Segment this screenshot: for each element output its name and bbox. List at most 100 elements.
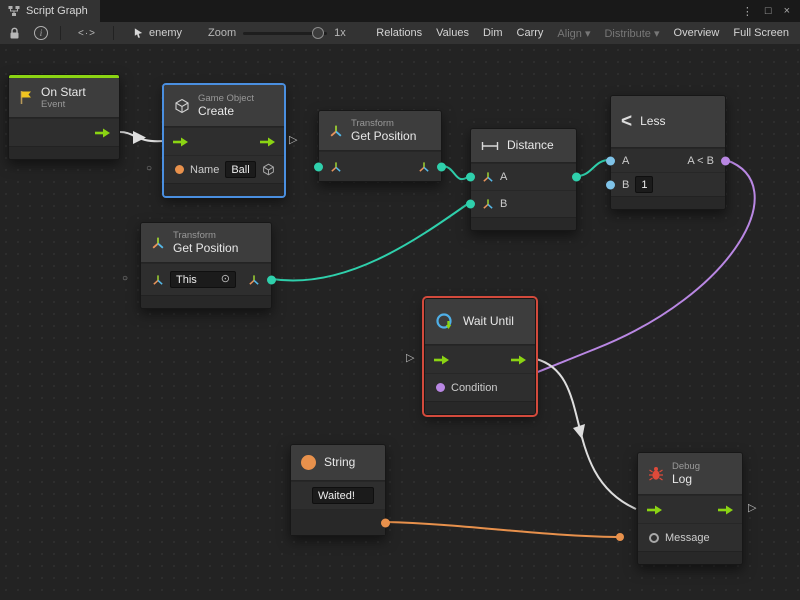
toolbar-buttons: Relations Values Dim Carry Align ▾ Distr… bbox=[369, 24, 796, 43]
position-output-port[interactable] bbox=[267, 275, 276, 284]
distance-output-port[interactable] bbox=[572, 173, 581, 182]
name-field[interactable]: Ball bbox=[225, 161, 255, 178]
port-label: Condition bbox=[451, 382, 497, 394]
align-button[interactable]: Align ▾ bbox=[550, 24, 597, 43]
dim-button[interactable]: Dim bbox=[476, 24, 510, 42]
carry-button[interactable]: Carry bbox=[510, 24, 551, 42]
gameobject-output-port[interactable] bbox=[262, 163, 275, 176]
node-footer bbox=[611, 196, 725, 209]
node-header: < Less bbox=[611, 96, 725, 148]
port-label: Message bbox=[665, 532, 710, 544]
node-string[interactable]: String Waited! bbox=[290, 444, 386, 536]
name-input-row: Name Ball bbox=[164, 155, 284, 183]
wire-getposition-distance-a[interactable] bbox=[442, 166, 469, 179]
b-value: 1 bbox=[641, 179, 647, 191]
vector-a-input-port[interactable] bbox=[466, 173, 475, 182]
graph-canvas[interactable]: On Start Event Game Object Create bbox=[0, 44, 800, 600]
wire-string-log-message[interactable] bbox=[386, 522, 617, 537]
transform-axis-icon bbox=[482, 171, 494, 183]
comparison-output-port[interactable] bbox=[721, 156, 730, 165]
port-label: Name bbox=[190, 164, 219, 176]
wire-getposition-distance-b[interactable] bbox=[272, 203, 469, 281]
vector-b-input-port[interactable] bbox=[466, 200, 475, 209]
b-value-field[interactable]: 1 bbox=[635, 176, 653, 193]
node-get-position-left[interactable]: Transform Get Position This ⊙ bbox=[140, 222, 272, 309]
input-b-row: B 1 bbox=[611, 172, 725, 196]
string-output-port[interactable] bbox=[381, 518, 390, 527]
zoom-slider-handle[interactable] bbox=[312, 27, 324, 39]
flow-in-port[interactable] bbox=[433, 354, 450, 365]
script-graph-window: Script Graph ⋮ □ × i <·> enemy Zoom bbox=[0, 0, 800, 600]
node-wait-until[interactable]: Wait Until Condition bbox=[424, 298, 536, 415]
wire-flow-waituntil-log[interactable] bbox=[536, 359, 636, 509]
position-output-port[interactable] bbox=[437, 162, 446, 171]
node-footer bbox=[141, 295, 271, 308]
graph-owner[interactable]: enemy bbox=[133, 27, 182, 39]
message-input-port[interactable] bbox=[649, 533, 659, 543]
flow-out-port[interactable] bbox=[510, 354, 527, 365]
node-on-start[interactable]: On Start Event bbox=[8, 74, 120, 160]
wire-distance-less[interactable] bbox=[577, 160, 609, 176]
transform-axis-icon bbox=[152, 274, 164, 286]
string-value-field[interactable]: Waited! bbox=[312, 487, 374, 504]
input-b-row: B bbox=[471, 190, 576, 217]
flow-in-port[interactable] bbox=[646, 504, 663, 515]
b-input-port[interactable] bbox=[606, 180, 615, 189]
target-field[interactable]: This ⊙ bbox=[170, 271, 236, 288]
overview-button[interactable]: Overview bbox=[667, 24, 727, 42]
condition-input-port[interactable] bbox=[436, 383, 445, 392]
input-a-row: A A < B bbox=[611, 148, 725, 172]
fullscreen-button[interactable]: Full Screen bbox=[726, 24, 796, 42]
node-header: Game Object Create bbox=[164, 85, 284, 127]
distribute-button[interactable]: Distribute ▾ bbox=[597, 24, 666, 43]
tab-bar: Script Graph ⋮ □ × bbox=[0, 0, 800, 22]
flow-in-port[interactable] bbox=[172, 136, 189, 147]
wire-flow-onstart-create[interactable] bbox=[120, 132, 164, 141]
transform-axis-icon bbox=[329, 124, 343, 138]
close-icon[interactable]: × bbox=[784, 5, 790, 17]
node-title: On Start bbox=[41, 85, 86, 99]
flow-out-port[interactable] bbox=[259, 136, 276, 147]
node-distance[interactable]: Distance A B bbox=[470, 128, 577, 231]
vector-output-icon bbox=[248, 274, 260, 286]
empty-port-icon: ○ bbox=[122, 274, 128, 284]
graph-toolbar: i <·> enemy Zoom 1x Relations Values Dim… bbox=[0, 22, 800, 45]
ports-row bbox=[319, 151, 441, 181]
condition-row: Condition bbox=[425, 373, 535, 401]
lock-icon[interactable] bbox=[4, 22, 25, 44]
name-input-port[interactable] bbox=[175, 165, 184, 174]
zoom-slider[interactable] bbox=[243, 32, 327, 35]
flow-out-port[interactable] bbox=[717, 504, 734, 515]
node-debug-log[interactable]: Debug Log Message bbox=[637, 452, 743, 565]
ports-row: This ⊙ bbox=[141, 263, 271, 295]
relations-button[interactable]: Relations bbox=[369, 24, 429, 42]
node-header: Transform Get Position bbox=[141, 223, 271, 263]
cube-icon bbox=[174, 98, 190, 114]
object-picker-icon[interactable]: ⊙ bbox=[221, 274, 230, 285]
info-icon[interactable]: i bbox=[29, 22, 53, 44]
node-less[interactable]: < Less A A < B B 1 bbox=[610, 95, 726, 210]
code-icon[interactable]: <·> bbox=[68, 28, 106, 39]
flow-continue-icon: ▷ bbox=[748, 503, 756, 514]
wire-arrowhead bbox=[133, 131, 146, 144]
node-title: Get Position bbox=[351, 129, 416, 143]
flow-out-port[interactable] bbox=[94, 127, 111, 138]
maximize-icon[interactable]: □ bbox=[765, 5, 772, 17]
a-input-port[interactable] bbox=[606, 156, 615, 165]
node-get-position-top[interactable]: Transform Get Position bbox=[318, 110, 442, 182]
flow-continue-icon: ▷ bbox=[289, 135, 297, 146]
transform-axis-icon bbox=[482, 198, 494, 210]
tab-script-graph[interactable]: Script Graph bbox=[0, 0, 100, 22]
pane-menu-icon[interactable]: ⋮ bbox=[742, 5, 753, 18]
empty-port-icon: ○ bbox=[146, 164, 152, 174]
node-title: Create bbox=[198, 104, 254, 118]
node-subtitle: Event bbox=[41, 99, 86, 110]
node-create[interactable]: Game Object Create Name Ball bbox=[163, 84, 285, 197]
zoom-control: Zoom 1x bbox=[208, 27, 346, 39]
transform-input-port[interactable] bbox=[314, 162, 323, 171]
values-button[interactable]: Values bbox=[429, 24, 476, 42]
port-label: A bbox=[500, 171, 507, 183]
string-value: Waited! bbox=[318, 490, 355, 502]
name-value: Ball bbox=[231, 164, 249, 176]
node-footer bbox=[638, 551, 742, 564]
